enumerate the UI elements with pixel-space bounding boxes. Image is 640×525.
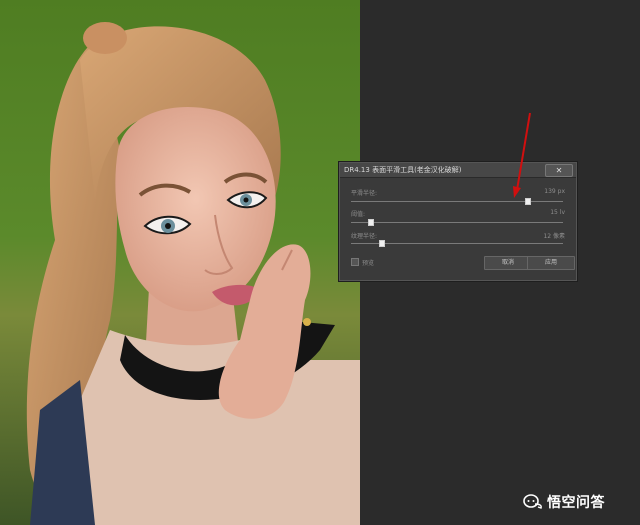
watermark-text: 悟空问答 xyxy=(547,495,605,511)
watermark-logo: 悟空问答 xyxy=(523,490,605,514)
red-arrow-annotation xyxy=(513,112,531,198)
chat-bubbles-icon xyxy=(523,494,543,510)
